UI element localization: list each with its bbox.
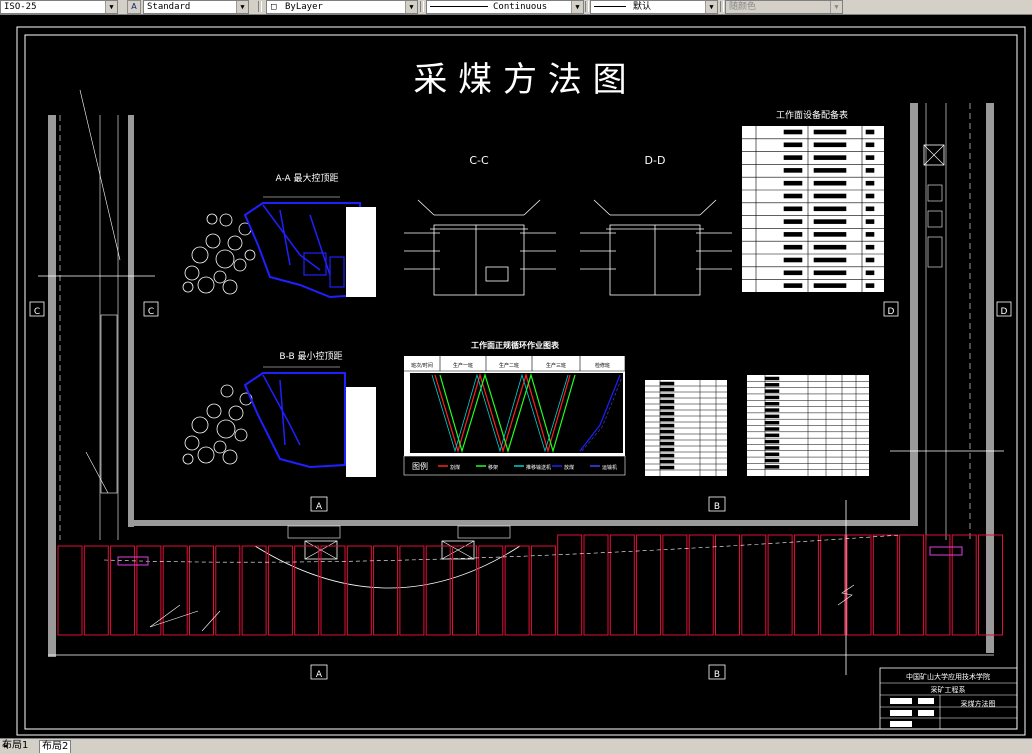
section-aa-drawing bbox=[182, 196, 376, 299]
face-plan bbox=[48, 500, 1003, 675]
cycle-chart: 班次/时间 生产一班 生产二班 生产三班 检修班 图例 割煤 移架 推移输送机 放煤 运输机 bbox=[403, 356, 626, 476]
layer-color-dropdown[interactable]: □ ByLayer ▼ bbox=[266, 0, 418, 14]
section-cc-title: C-C bbox=[469, 154, 489, 167]
label-a-bottom: A bbox=[316, 670, 323, 680]
legend-item: 割煤 bbox=[450, 464, 460, 471]
linetype-value: Continuous bbox=[493, 2, 548, 12]
chevron-down-icon: ▼ bbox=[236, 1, 248, 13]
title-block: 中国矿山大学应用技术学院 采矿工程系 采煤方法图 bbox=[879, 667, 1018, 730]
textstyle-dropdown[interactable]: Standard ▼ bbox=[143, 0, 249, 14]
cycle-chart-title: 工作面正规循环作业图表 bbox=[471, 340, 560, 350]
linetype-preview bbox=[430, 6, 488, 7]
label-a-top: A bbox=[316, 502, 323, 512]
cycle-chart-header: 生产二班 bbox=[499, 362, 519, 369]
chevron-down-icon: ▼ bbox=[405, 1, 417, 13]
schedule-table-2 bbox=[747, 375, 869, 476]
title-block-school: 中国矿山大学应用技术学院 bbox=[906, 672, 990, 681]
color-swatch-icon: □ bbox=[271, 2, 277, 12]
legend-item: 移架 bbox=[488, 464, 498, 471]
linetype-dropdown[interactable]: Continuous ▼ bbox=[426, 0, 584, 14]
schedule-table-1 bbox=[645, 380, 727, 476]
section-bb-title: B-B 最小控顶距 bbox=[279, 350, 342, 362]
dimstyle-dropdown[interactable]: ISO-25 ▼ bbox=[0, 0, 118, 14]
toolbar-separator bbox=[258, 1, 262, 12]
properties-toolbar: ISO-25 ▼ A Standard ▼ □ ByLayer ▼ Contin… bbox=[0, 0, 1032, 15]
plotstyle-value: 随颜色 bbox=[729, 2, 757, 12]
section-cc-drawing bbox=[404, 199, 556, 296]
cycle-chart-header: 生产三班 bbox=[546, 362, 566, 369]
layer-color-value: ByLayer bbox=[285, 2, 323, 12]
lineweight-preview bbox=[594, 6, 626, 7]
lineweight-value: 默认 bbox=[633, 2, 652, 12]
label-c-right: C bbox=[148, 307, 154, 317]
chevron-down-icon: ▼ bbox=[830, 1, 842, 13]
legend-item: 放煤 bbox=[564, 464, 574, 471]
title-block-dept: 采矿工程系 bbox=[931, 685, 966, 694]
layout-tab-bar: ◄ 布局1 布局2 bbox=[0, 738, 1032, 754]
legend-item: 推移输送机 bbox=[526, 464, 551, 471]
toolbar-separator bbox=[720, 1, 724, 12]
chevron-down-icon: ▼ bbox=[105, 1, 117, 13]
tab-layout2[interactable]: 布局2 bbox=[39, 740, 72, 753]
label-c-left: C bbox=[34, 307, 40, 317]
left-roadway: C C bbox=[29, 89, 159, 657]
toolbar-separator bbox=[420, 1, 424, 12]
chevron-down-icon: ▼ bbox=[705, 1, 717, 13]
cycle-chart-header: 检修班 bbox=[595, 362, 610, 369]
plotstyle-dropdown[interactable]: 随颜色 ▼ bbox=[725, 0, 843, 14]
section-dd-title: D-D bbox=[645, 154, 666, 167]
drawing-canvas[interactable]: 采 煤 方 法 图 C C D D A B A-A 最大控顶距 B-B 最小控顶… bbox=[0, 15, 1032, 738]
legend-item: 运输机 bbox=[602, 464, 617, 471]
label-d-left: D bbox=[888, 307, 895, 317]
dimstyle-value: ISO-25 bbox=[4, 2, 37, 12]
section-dd-drawing bbox=[580, 199, 732, 296]
cycle-chart-header: 班次/时间 bbox=[411, 362, 433, 369]
title-block-drawing-name: 采煤方法图 bbox=[961, 699, 996, 708]
legend-label: 图例 bbox=[412, 461, 428, 471]
label-b-bottom: B bbox=[714, 670, 720, 680]
label-b-top: B bbox=[714, 502, 720, 512]
textstyle-icon[interactable]: A bbox=[127, 0, 141, 14]
cycle-chart-header: 生产一班 bbox=[453, 362, 473, 369]
label-d-right: D bbox=[1001, 307, 1008, 317]
textstyle-value: Standard bbox=[147, 2, 191, 12]
drawing-title: 采 煤 方 法 图 bbox=[413, 60, 626, 100]
section-aa-title: A-A 最大控顶距 bbox=[275, 172, 338, 184]
equipment-table bbox=[742, 126, 884, 292]
tab-layout1[interactable]: 布局1 bbox=[0, 740, 30, 752]
toolbar-separator bbox=[585, 1, 589, 12]
section-bb-drawing bbox=[182, 366, 376, 477]
lineweight-dropdown[interactable]: 默认 ▼ bbox=[590, 0, 718, 14]
equipment-table-title: 工作面设备配备表 bbox=[776, 109, 848, 121]
chevron-down-icon: ▼ bbox=[571, 1, 583, 13]
